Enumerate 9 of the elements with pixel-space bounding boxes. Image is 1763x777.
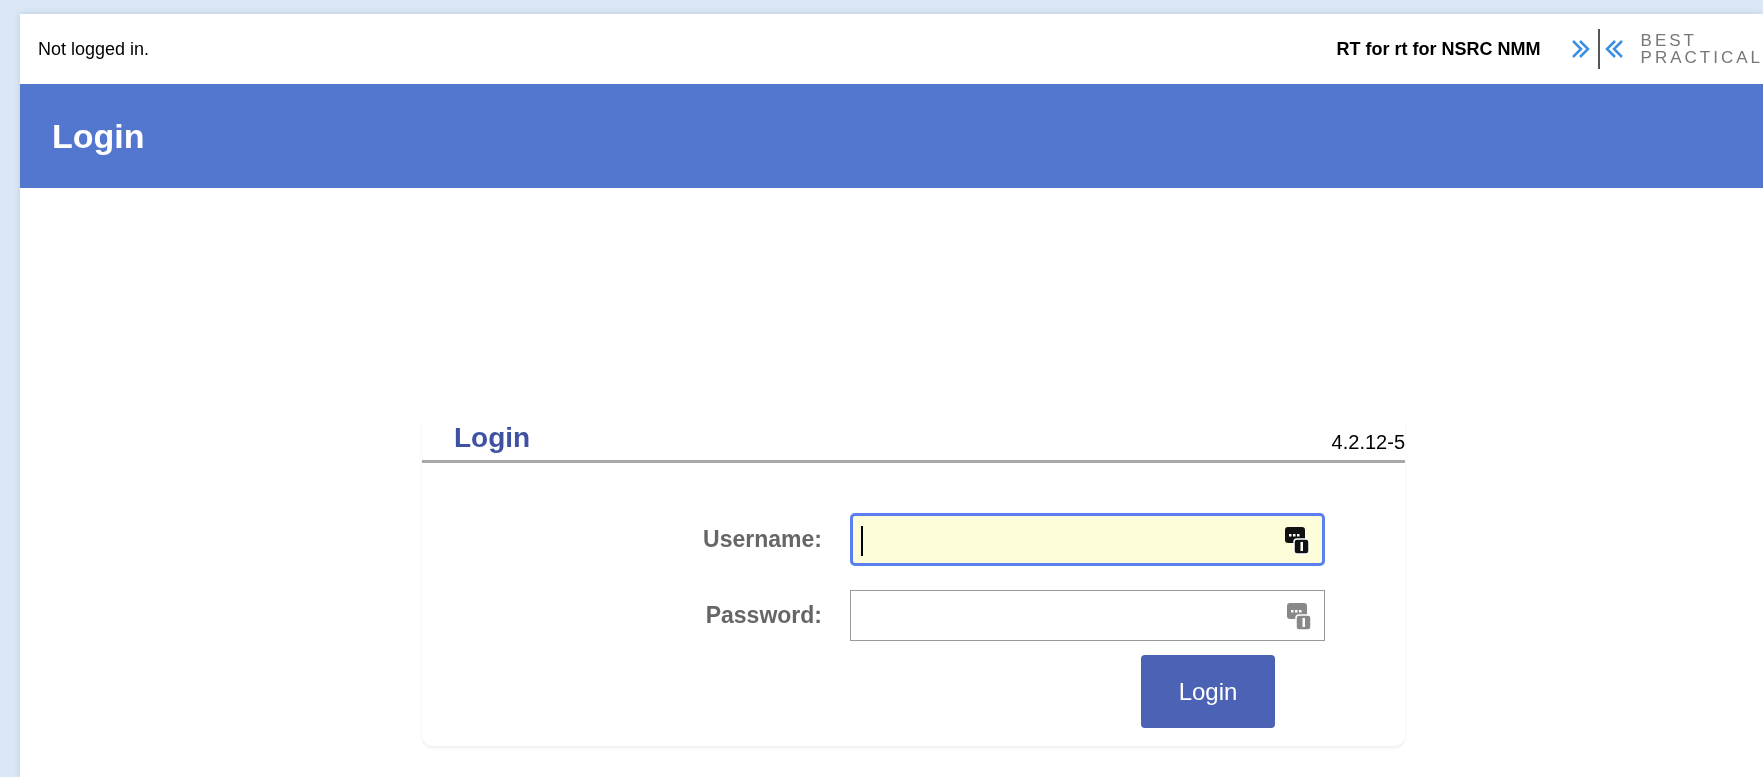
panel-title: Login (454, 422, 531, 454)
page-title: Login (52, 116, 145, 156)
site-name: RT for rt for NSRC NMM (1336, 38, 1541, 60)
field-label: Username: (703, 526, 822, 553)
version-number: 4.2.12-5 (1331, 431, 1405, 454)
field-label: Password: (705, 602, 822, 629)
logo-text: BEST PRACTICAL (1640, 32, 1763, 66)
login-status: Not logged in. (38, 38, 151, 60)
login-button[interactable]: Login (1141, 655, 1275, 728)
